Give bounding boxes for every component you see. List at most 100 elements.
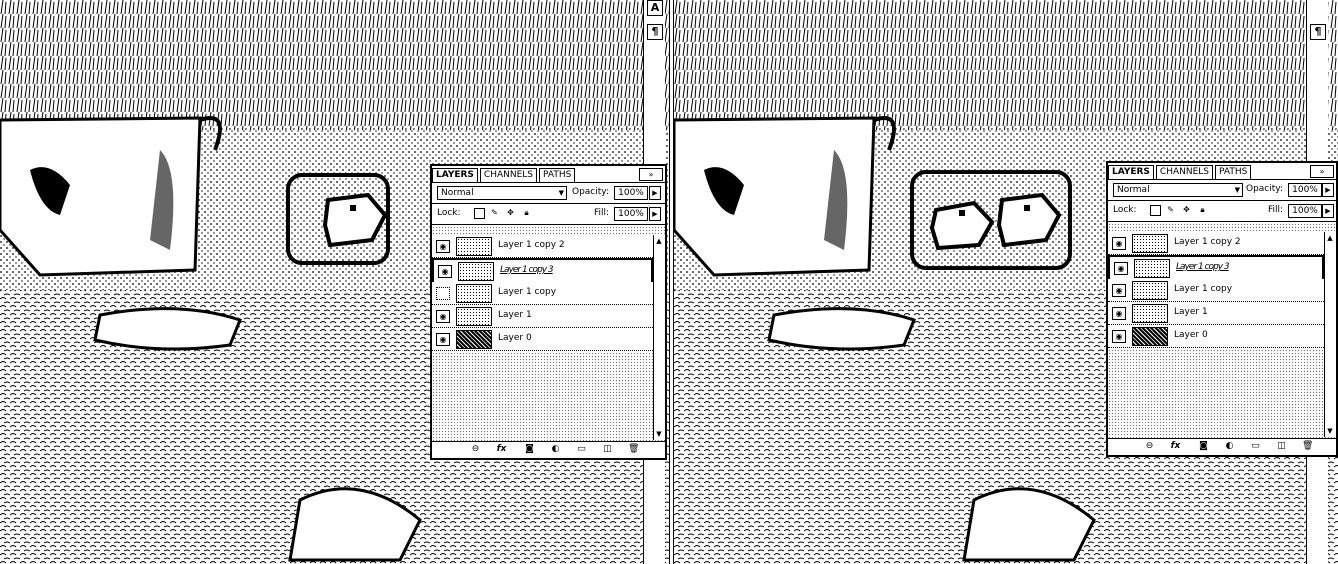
- layer-row[interactable]: ◉ Layer 0: [432, 328, 653, 351]
- fill-field[interactable]: 100%: [614, 207, 648, 221]
- blend-mode-select[interactable]: Normal ▼: [1113, 183, 1243, 197]
- layer-thumbnail: [1132, 304, 1168, 323]
- opacity-label: Opacity:: [572, 187, 609, 197]
- blend-mode-value: Normal: [441, 188, 474, 198]
- layer-name-editing[interactable]: Layer 1 copy 3: [1176, 262, 1230, 272]
- lock-transparency-icon[interactable]: [474, 208, 485, 219]
- eye-icon[interactable]: ◉: [1112, 237, 1126, 250]
- layer-thumbnail: [1134, 259, 1170, 278]
- layer-row[interactable]: ◉ Layer 0: [1108, 325, 1324, 348]
- layer-scrollbar[interactable]: ▲ ▼: [1324, 232, 1336, 437]
- lock-all-icon[interactable]: 🔒︎: [522, 208, 531, 217]
- group-icon[interactable]: ▭: [1250, 441, 1261, 451]
- layers-panel: LAYERS CHANNELS PATHS » Normal ▼ Opacity:…: [1106, 161, 1338, 457]
- adjustment-icon[interactable]: ◐: [1224, 441, 1235, 451]
- layer-name: Layer 0: [498, 333, 532, 343]
- layers-panel: LAYERS CHANNELS PATHS » Normal ▼ Opacity:…: [430, 164, 667, 460]
- tab-paths[interactable]: PATHS: [1215, 165, 1252, 179]
- mask-icon[interactable]: ◙: [524, 444, 535, 454]
- left-canvas-view: A ¶ LAYERS CHANNELS PATHS » Normal ▼ Opac…: [0, 0, 669, 564]
- fx-icon[interactable]: fx: [1170, 441, 1181, 451]
- layer-row[interactable]: ◉ Layer 1 copy 2: [1108, 232, 1324, 255]
- layer-row[interactable]: ◉ Layer 1 copy: [432, 282, 653, 305]
- lock-move-icon[interactable]: ✥: [506, 208, 515, 217]
- link-icon[interactable]: ⊖: [1144, 441, 1155, 451]
- layer-name-editing[interactable]: Layer 1 copy 3: [500, 265, 554, 275]
- opacity-field[interactable]: 100%: [1288, 183, 1322, 197]
- mask-icon[interactable]: ◙: [1198, 441, 1209, 451]
- chevron-down-icon: ▼: [558, 189, 564, 197]
- eye-icon[interactable]: ◉: [436, 240, 450, 253]
- layer-row[interactable]: ◉ Layer 1 copy: [1108, 279, 1324, 302]
- opacity-stepper[interactable]: ▶: [649, 186, 661, 200]
- paragraph-icon[interactable]: ¶: [1310, 24, 1326, 40]
- eye-icon[interactable]: ◉: [436, 310, 450, 323]
- chevron-down-icon: ▼: [1234, 186, 1240, 194]
- trash-icon[interactable]: 🗑︎: [1302, 441, 1313, 451]
- lock-row: Lock: ✎ ✥ 🔒︎ Fill: 100% ▶: [432, 204, 665, 225]
- panel-bottom-bar: ⊖ fx ◙ ◐ ▭ ◫ 🗑︎: [1108, 438, 1336, 455]
- scroll-up-icon[interactable]: ▲: [1326, 234, 1334, 242]
- layer-thumbnail: [1132, 234, 1168, 253]
- eye-icon[interactable]: ◉: [1112, 330, 1126, 343]
- layer-row[interactable]: ◉ Layer 1: [1108, 302, 1324, 325]
- blend-mode-value: Normal: [1117, 185, 1150, 195]
- paragraph-icon[interactable]: ¶: [647, 24, 663, 40]
- scroll-up-icon[interactable]: ▲: [655, 237, 663, 245]
- opacity-stepper[interactable]: ▶: [1322, 183, 1334, 197]
- layer-name: Layer 1: [498, 310, 532, 320]
- eye-icon[interactable]: ◉: [1112, 284, 1126, 297]
- new-layer-icon[interactable]: ◫: [602, 444, 613, 454]
- layer-thumbnail: [456, 307, 492, 326]
- eye-icon[interactable]: ◉: [438, 265, 452, 278]
- blend-mode-select[interactable]: Normal ▼: [437, 186, 567, 200]
- eye-icon[interactable]: ◉: [1112, 307, 1126, 320]
- tab-channels[interactable]: CHANNELS: [479, 168, 538, 182]
- layer-thumbnail: [1132, 281, 1168, 300]
- layer-row-selected[interactable]: ◉ Layer 1 copy 3: [1108, 255, 1324, 281]
- eye-hidden-icon[interactable]: ◉: [436, 287, 450, 300]
- layer-row[interactable]: ◉ Layer 1 copy 2: [432, 235, 653, 258]
- fx-icon[interactable]: fx: [496, 444, 507, 454]
- type-tool-icon[interactable]: A: [647, 0, 663, 16]
- lock-row: Lock: ✎ ✥ 🔒︎ Fill: 100% ▶: [1108, 201, 1336, 222]
- lock-move-icon[interactable]: ✥: [1182, 205, 1191, 214]
- layer-name: Layer 0: [1174, 330, 1208, 340]
- eye-icon[interactable]: ◉: [436, 333, 450, 346]
- opacity-label: Opacity:: [1246, 184, 1283, 194]
- adjustment-icon[interactable]: ◐: [550, 444, 561, 454]
- fill-stepper[interactable]: ▶: [1322, 204, 1334, 218]
- panel-bottom-bar: ⊖ fx ◙ ◐ ▭ ◫ 🗑︎: [432, 441, 665, 458]
- tab-layers[interactable]: LAYERS: [432, 168, 478, 182]
- scroll-down-icon[interactable]: ▼: [1326, 427, 1334, 435]
- fill-label: Fill:: [594, 208, 610, 218]
- fill-label: Fill:: [1268, 205, 1284, 215]
- lock-transparency-icon[interactable]: [1150, 205, 1161, 216]
- scroll-down-icon[interactable]: ▼: [655, 430, 663, 438]
- fill-stepper[interactable]: ▶: [649, 207, 661, 221]
- layer-row[interactable]: ◉ Layer 1: [432, 305, 653, 328]
- layer-row-selected[interactable]: ◉ Layer 1 copy 3: [432, 258, 653, 284]
- panel-tabs: LAYERS CHANNELS PATHS »: [432, 166, 665, 183]
- opacity-field[interactable]: 100%: [614, 186, 648, 200]
- layer-scrollbar[interactable]: ▲ ▼: [653, 235, 665, 440]
- tab-layers[interactable]: LAYERS: [1108, 165, 1154, 179]
- tab-channels[interactable]: CHANNELS: [1155, 165, 1214, 179]
- layer-name: Layer 1 copy 2: [498, 240, 565, 250]
- new-layer-icon[interactable]: ◫: [1276, 441, 1287, 451]
- panel-menu-icon[interactable]: »: [639, 168, 663, 181]
- lock-all-icon[interactable]: 🔒︎: [1198, 205, 1207, 214]
- tab-paths[interactable]: PATHS: [539, 168, 576, 182]
- layer-name: Layer 1: [1174, 307, 1208, 317]
- link-icon[interactable]: ⊖: [470, 444, 481, 454]
- group-icon[interactable]: ▭: [576, 444, 587, 454]
- lock-brush-icon[interactable]: ✎: [1166, 205, 1175, 214]
- lock-brush-icon[interactable]: ✎: [490, 208, 499, 217]
- panel-menu-icon[interactable]: »: [1310, 165, 1334, 178]
- trash-icon[interactable]: 🗑︎: [628, 444, 639, 454]
- layer-thumbnail: [456, 284, 492, 303]
- fill-field[interactable]: 100%: [1288, 204, 1322, 218]
- eye-icon[interactable]: ◉: [1114, 262, 1128, 275]
- blend-row: Normal ▼ Opacity: 100% ▶: [432, 183, 665, 204]
- layer-thumbnail: [1132, 327, 1168, 346]
